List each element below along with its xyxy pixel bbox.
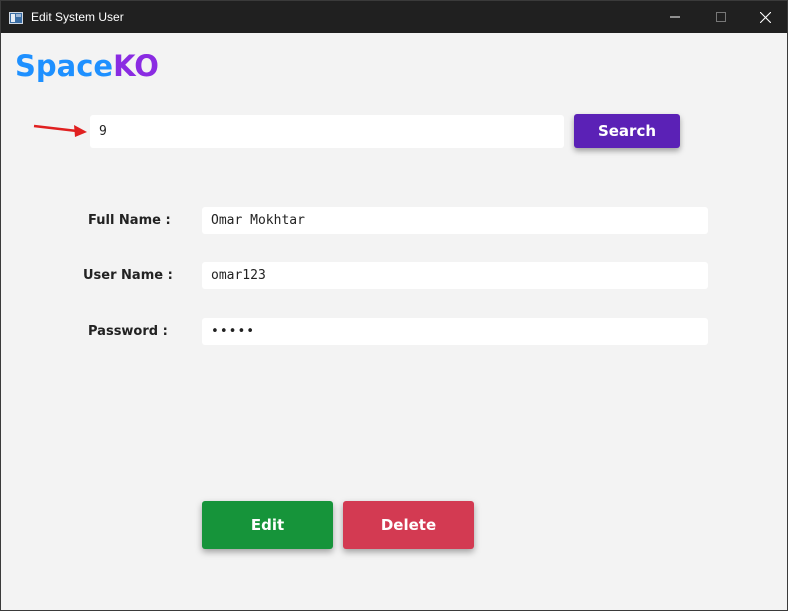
user-name-field[interactable] xyxy=(202,262,708,289)
brand-logo: SpaceKO xyxy=(15,49,159,83)
brand-logo-part2: KO xyxy=(113,49,159,83)
close-icon xyxy=(759,11,771,23)
edit-button[interactable]: Edit xyxy=(202,501,333,549)
search-input[interactable] xyxy=(90,115,564,148)
user-name-label: User Name : xyxy=(83,268,173,283)
full-name-field[interactable] xyxy=(202,207,708,234)
title-bar: Edit System User xyxy=(1,1,787,33)
close-button[interactable] xyxy=(742,1,788,33)
edit-system-user-window: Edit System User SpaceKO 9 Search Full N… xyxy=(0,0,788,611)
window-title: Edit System User xyxy=(31,10,124,24)
search-button[interactable]: Search xyxy=(574,114,680,148)
minimize-button[interactable] xyxy=(652,1,698,33)
password-field[interactable] xyxy=(202,318,708,345)
app-window-icon xyxy=(9,11,23,24)
minimize-icon xyxy=(670,12,680,22)
maximize-button[interactable] xyxy=(698,1,744,33)
delete-button[interactable]: Delete xyxy=(343,501,474,549)
password-label: Password : xyxy=(88,324,168,339)
full-name-label: Full Name : xyxy=(88,213,171,228)
brand-logo-part1: Space xyxy=(15,49,114,83)
maximize-icon xyxy=(716,12,726,22)
red-arrow-icon xyxy=(31,119,91,139)
